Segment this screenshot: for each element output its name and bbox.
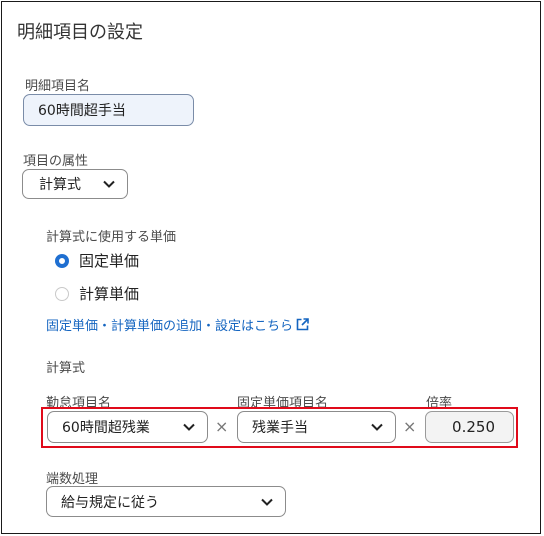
chevron-down-icon bbox=[261, 498, 273, 506]
radio-unselected-icon bbox=[55, 286, 69, 301]
formula-label: 計算式 bbox=[46, 361, 86, 376]
rounding-select[interactable]: 給与規定に従う bbox=[46, 486, 286, 517]
radio-selected-icon bbox=[55, 253, 69, 268]
attendance-item-value: 60時間超残業 bbox=[62, 420, 150, 436]
radio-fixed-price-label: 固定単価 bbox=[79, 252, 140, 270]
chevron-down-icon bbox=[371, 423, 383, 431]
unit-price-settings-link-text: 固定単価・計算単価の追加・設定はこちら bbox=[46, 319, 294, 334]
external-link-icon bbox=[296, 318, 309, 331]
fixed-price-item-value: 残業手当 bbox=[252, 420, 308, 436]
unit-price-settings-link[interactable]: 固定単価・計算単価の追加・設定はこちら bbox=[46, 315, 309, 334]
fixed-price-item-select[interactable]: 残業手当 bbox=[237, 411, 396, 443]
page-title: 明細項目の設定 bbox=[17, 22, 143, 43]
radio-fixed-price[interactable]: 固定単価 bbox=[55, 250, 139, 271]
rate-value: 0.250 bbox=[452, 418, 495, 436]
item-name-input[interactable]: 60時間超手当 bbox=[23, 94, 194, 126]
rounding-label: 端数処理 bbox=[46, 472, 99, 487]
item-name-value: 60時間超手当 bbox=[38, 103, 126, 119]
chevron-down-icon bbox=[103, 180, 115, 188]
rate-input[interactable]: 0.250 bbox=[425, 411, 514, 443]
unit-price-label: 計算式に使用する単価 bbox=[46, 230, 177, 245]
attribute-label: 項目の属性 bbox=[23, 154, 89, 169]
rounding-value: 給与規定に従う bbox=[61, 494, 159, 511]
multiply-icon: × bbox=[215, 417, 229, 436]
attribute-value: 計算式 bbox=[39, 177, 81, 193]
radio-calculated-price[interactable]: 計算単価 bbox=[55, 283, 139, 304]
item-name-label: 明細項目名 bbox=[25, 79, 91, 94]
radio-calculated-price-label: 計算単価 bbox=[79, 285, 140, 303]
attribute-select[interactable]: 計算式 bbox=[22, 169, 128, 199]
chevron-down-icon bbox=[183, 423, 195, 431]
multiply-icon: × bbox=[403, 417, 417, 436]
attendance-item-select[interactable]: 60時間超残業 bbox=[47, 411, 208, 443]
